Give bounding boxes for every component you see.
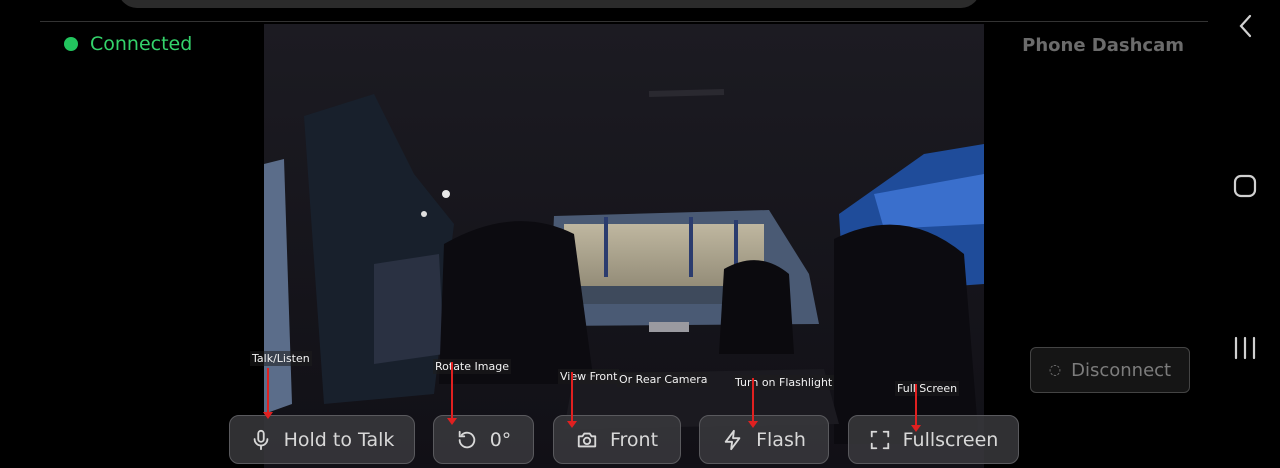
annotation-arrow-camera — [567, 372, 577, 428]
camera-feed[interactable] — [264, 24, 984, 468]
status-text: Connected — [90, 33, 193, 55]
top-search-bar — [118, 0, 980, 8]
annotation-talk: Talk/Listen — [250, 351, 312, 366]
camera-icon — [577, 432, 597, 447]
annotation-camera-b: Or Rear Camera — [617, 372, 710, 387]
fullscreen-icon — [870, 430, 889, 449]
flash-button[interactable]: Flash — [699, 415, 829, 464]
spinner-icon: ◌ — [1048, 362, 1062, 378]
dashcam-screen: Connected Phone Dashcam Hold to Talk 0° … — [0, 0, 1280, 468]
status-dot-icon — [64, 37, 78, 51]
system-nav-bar — [1208, 0, 1280, 468]
hold-to-talk-button[interactable]: Hold to Talk — [229, 415, 415, 464]
camera-switch-label: Front — [609, 428, 659, 451]
annotation-flash: Turn on Flashlight — [733, 375, 835, 390]
rotate-icon — [458, 430, 475, 448]
annotation-rotate: Rotate Image — [433, 359, 511, 374]
disconnect-button[interactable]: ◌ Disconnect — [1030, 347, 1190, 393]
header-divider — [40, 21, 1208, 22]
annotation-arrow-flash — [748, 378, 758, 428]
annotation-arrow-talk — [263, 368, 273, 419]
annotation-arrow-rotate — [447, 362, 457, 425]
rotate-label: 0° — [489, 428, 512, 451]
connection-status: Connected — [64, 33, 192, 55]
annotation-arrow-fullscreen — [911, 384, 921, 432]
back-icon[interactable] — [1234, 12, 1258, 40]
app-title: Phone Dashcam — [1022, 35, 1184, 56]
recents-icon[interactable] — [1233, 336, 1257, 360]
microphone-icon — [253, 429, 268, 450]
fullscreen-button[interactable]: Fullscreen — [848, 415, 1019, 464]
annotation-fullscreen: Full Screen — [895, 381, 960, 396]
camera-feed-image — [264, 24, 984, 468]
lightning-icon — [724, 429, 741, 450]
hold-to-talk-label: Hold to Talk — [283, 428, 395, 451]
annotation-camera-a: View Front — [558, 369, 620, 384]
flash-label: Flash — [756, 428, 806, 451]
home-icon[interactable] — [1233, 174, 1257, 198]
disconnect-label: Disconnect — [1071, 359, 1172, 381]
